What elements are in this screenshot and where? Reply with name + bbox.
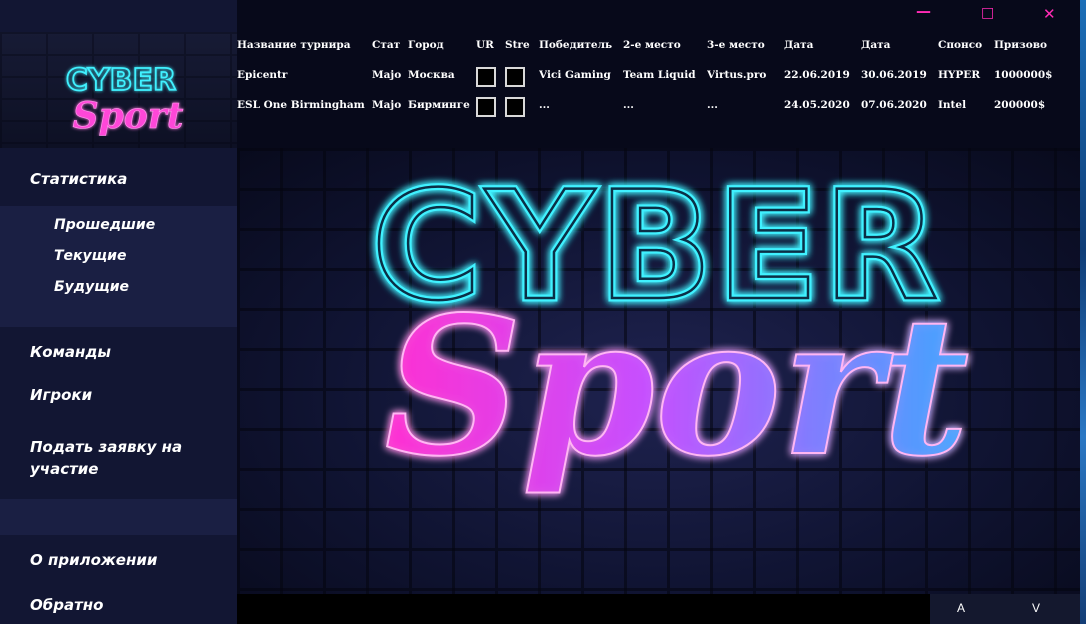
cell-stream-checkbox[interactable] — [505, 90, 539, 120]
cell-winner[interactable]: ... — [539, 90, 623, 120]
nav-about[interactable]: О приложении — [30, 551, 157, 569]
nav-apply-line1: Подать заявку на — [30, 438, 183, 456]
col-header[interactable]: Победитель — [539, 30, 623, 60]
nav-teams[interactable]: Команды — [30, 343, 111, 361]
cell-date-end[interactable]: 07.06.2020 — [861, 90, 938, 120]
cell-date-start[interactable]: 22.06.2019 — [784, 60, 861, 90]
scroll-up-button[interactable]: A — [957, 601, 965, 615]
svg-text:Sport: Sport — [73, 95, 184, 136]
tournament-table: Название турнира Стат Город UR Stre Побе… — [237, 30, 1054, 120]
cell-status[interactable]: Majo — [372, 90, 408, 120]
stream-checkbox[interactable] — [505, 96, 525, 117]
nav-apply-line2: участие — [30, 460, 99, 478]
cell-status[interactable]: Majo — [372, 60, 408, 90]
table-row[interactable]: Epicentr Majo Москва Vici Gaming Team Li… — [237, 60, 1054, 90]
table-header-row: Название турнира Стат Город UR Stre Побе… — [237, 30, 1054, 60]
col-header[interactable]: UR — [476, 30, 505, 60]
cell-name[interactable]: ESL One Birmingham — [237, 90, 372, 120]
cell-city[interactable]: Москва — [408, 60, 476, 90]
minimize-button[interactable]: — — [916, 2, 931, 20]
sidebar-spacer-panel — [0, 499, 237, 535]
col-header[interactable]: Стат — [372, 30, 408, 60]
cybersport-logo-large: CYBER CYBER Sport — [368, 157, 970, 500]
nav-feedback[interactable]: Обратно — [30, 596, 103, 614]
col-header[interactable]: 2-е место — [623, 30, 707, 60]
nav-future[interactable]: Будущие — [54, 279, 129, 295]
logo-panel: CYBER Sport — [0, 32, 237, 148]
close-button[interactable]: ✕ — [1043, 5, 1056, 23]
cell-third[interactable]: ... — [707, 90, 784, 120]
cell-date-start[interactable]: 24.05.2020 — [784, 90, 861, 120]
cell-name[interactable]: Epicentr — [237, 60, 372, 90]
table-row[interactable]: ESL One Birmingham Majo Бирминге ... ...… — [237, 90, 1054, 120]
cell-date-end[interactable]: 30.06.2019 — [861, 60, 938, 90]
cell-ur-checkbox[interactable] — [476, 60, 505, 90]
col-header[interactable]: Stre — [505, 30, 539, 60]
nav-apply[interactable]: Подать заявку на участие — [30, 438, 182, 478]
cell-second[interactable]: Team Liquid — [623, 60, 707, 90]
cell-third[interactable]: Virtus.pro — [707, 60, 784, 90]
maximize-button[interactable]: □ — [981, 5, 994, 21]
cell-sponsor[interactable]: HYPER — [938, 60, 994, 90]
col-header[interactable]: Дата — [784, 30, 861, 60]
col-header[interactable]: Призово — [994, 30, 1054, 60]
col-header[interactable]: 3-е место — [707, 30, 784, 60]
col-header[interactable]: Название турнира — [237, 30, 372, 60]
col-header[interactable]: Город — [408, 30, 476, 60]
svg-text:CYBER: CYBER — [66, 63, 176, 98]
ur-checkbox[interactable] — [476, 96, 496, 117]
window-right-edge — [1080, 0, 1086, 624]
cell-stream-checkbox[interactable] — [505, 60, 539, 90]
nav-players[interactable]: Игроки — [30, 386, 92, 404]
ur-checkbox[interactable] — [476, 66, 496, 87]
footer-scroll-panel — [930, 594, 1080, 624]
svg-text:Sport: Sport — [385, 275, 970, 498]
cell-winner[interactable]: Vici Gaming — [539, 60, 623, 90]
stream-checkbox[interactable] — [505, 66, 525, 87]
nav-current[interactable]: Текущие — [54, 248, 126, 264]
cell-prize[interactable]: 200000$ — [994, 90, 1054, 120]
cell-sponsor[interactable]: Intel — [938, 90, 994, 120]
cell-city[interactable]: Бирминге — [408, 90, 476, 120]
sidebar: CYBER Sport Статистика Прошедшие Текущие… — [0, 0, 237, 624]
nav-statistics[interactable]: Статистика — [30, 170, 127, 188]
cybersport-logo-small: CYBER Sport — [65, 62, 184, 136]
nav-past[interactable]: Прошедшие — [54, 217, 155, 233]
cell-prize[interactable]: 1000000$ — [994, 60, 1054, 90]
cell-second[interactable]: ... — [623, 90, 707, 120]
col-header[interactable]: Дата — [861, 30, 938, 60]
scroll-down-button[interactable]: V — [1032, 601, 1040, 615]
col-header[interactable]: Спонсо — [938, 30, 994, 60]
hero-banner: CYBER CYBER Sport — [237, 148, 1080, 594]
cell-ur-checkbox[interactable] — [476, 90, 505, 120]
